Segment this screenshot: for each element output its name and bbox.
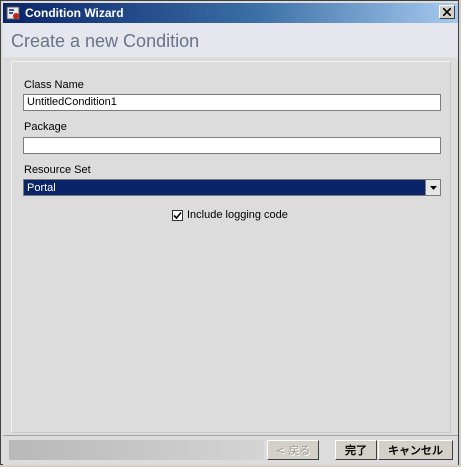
form-panel: Class Name UntitledCondition1 Package Re… bbox=[11, 61, 451, 433]
resource-set-value: Portal bbox=[27, 181, 56, 194]
back-button[interactable]: < 戻る bbox=[267, 440, 319, 460]
package-input[interactable] bbox=[23, 137, 441, 154]
logging-checkbox[interactable] bbox=[172, 209, 183, 221]
resource-set-select[interactable]: Portal bbox=[23, 179, 441, 196]
package-label: Package bbox=[24, 121, 67, 133]
resource-set-label: Resource Set bbox=[24, 164, 91, 176]
app-icon bbox=[5, 5, 21, 21]
button-bar: < 戻る 完了 キャンセル bbox=[3, 435, 458, 465]
title-bar[interactable]: Condition Wizard bbox=[3, 3, 458, 23]
wizard-window: Condition Wizard Create a new Condition … bbox=[0, 0, 459, 465]
class-name-label: Class Name bbox=[24, 79, 84, 91]
logging-option: Include logging code bbox=[172, 209, 288, 221]
footer-divider bbox=[9, 440, 264, 460]
checkmark-icon bbox=[173, 211, 182, 219]
close-button[interactable] bbox=[439, 5, 455, 19]
class-name-input[interactable]: UntitledCondition1 bbox=[23, 94, 441, 111]
logging-checkbox-label: Include logging code bbox=[187, 209, 288, 221]
page-title: Create a new Condition bbox=[11, 31, 200, 51]
cancel-button[interactable]: キャンセル bbox=[378, 440, 453, 460]
chevron-down-icon[interactable] bbox=[425, 180, 440, 195]
window-title: Condition Wizard bbox=[25, 6, 124, 20]
wizard-header: Create a new Condition bbox=[3, 23, 458, 57]
finish-button[interactable]: 完了 bbox=[335, 440, 377, 460]
close-icon bbox=[443, 8, 451, 16]
